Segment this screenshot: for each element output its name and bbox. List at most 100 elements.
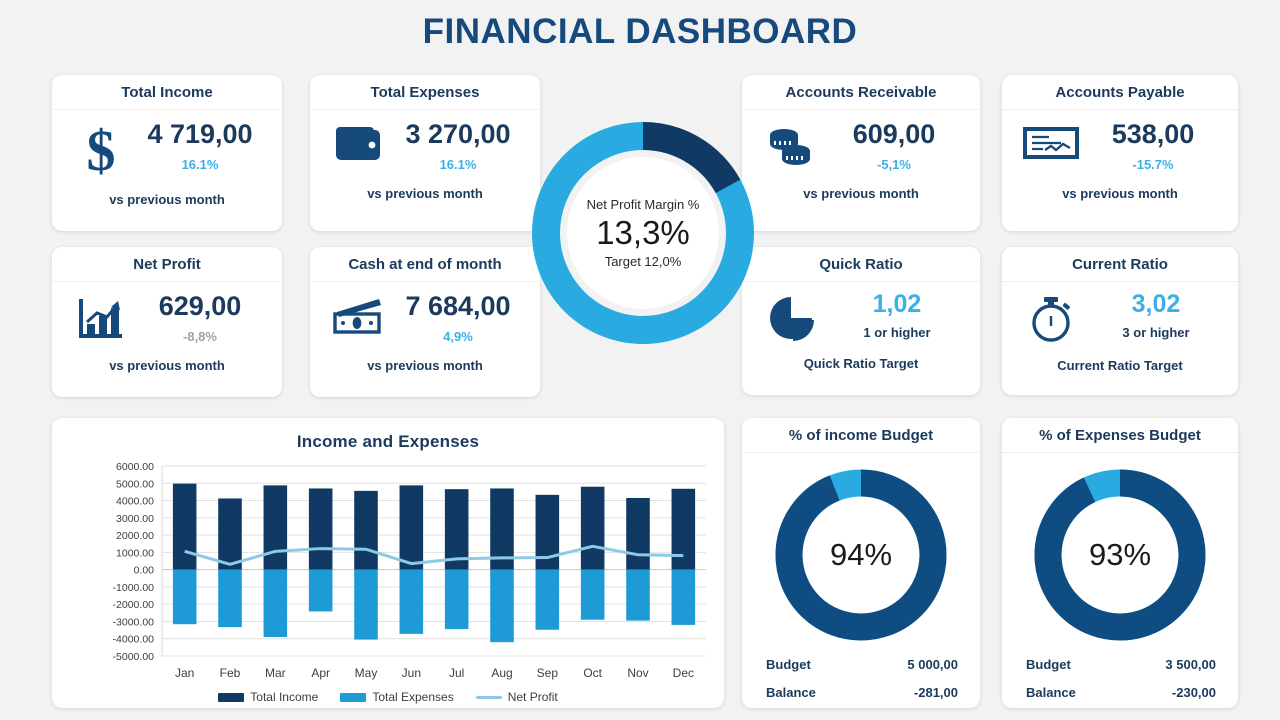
svg-text:0.00: 0.00 bbox=[134, 565, 155, 577]
kpi-delta: -8,8% bbox=[183, 328, 217, 344]
kpi-footer: vs previous month bbox=[109, 192, 225, 207]
kpi-card-cash-end-of-month[interactable]: Cash at end of month 7 684,00 4,9% vs pr… bbox=[310, 247, 540, 397]
npm-label: Net Profit Margin % bbox=[586, 197, 700, 213]
legend-swatch bbox=[218, 692, 245, 702]
chart-month-label: Oct bbox=[583, 666, 602, 680]
budget-row-label: Budget bbox=[1026, 657, 1071, 672]
ratio-value: 1,02 bbox=[872, 290, 922, 318]
budget-row: Balance -281,00 bbox=[766, 685, 958, 700]
chart-x-axis-labels: Jan Feb Mar Apr May Jun Jul Aug Sep Oct Nov Dec bbox=[52, 666, 724, 684]
budget-row: Budget 3 500,00 bbox=[1026, 657, 1216, 672]
budget-row-value: -230,00 bbox=[1171, 685, 1216, 700]
chart-month-label: Jun bbox=[401, 666, 422, 680]
ratio-value: 3,02 bbox=[1131, 290, 1181, 318]
kpi-delta: -5,1% bbox=[877, 156, 911, 172]
legend-item[interactable]: Total Expenses bbox=[340, 690, 454, 704]
ratio-footer: Current Ratio Target bbox=[1057, 358, 1183, 373]
bar-chart-up-icon bbox=[68, 292, 134, 340]
kpi-delta: -15.7% bbox=[1132, 156, 1174, 172]
kpi-title: Cash at end of month bbox=[310, 247, 540, 282]
chart-month-label: Feb bbox=[219, 666, 241, 680]
svg-text:1000.00: 1000.00 bbox=[116, 547, 154, 559]
kpi-title: Total Income bbox=[52, 75, 282, 110]
cheque-icon bbox=[1018, 120, 1084, 162]
kpi-title: Total Expenses bbox=[310, 75, 540, 110]
kpi-card-total-expenses[interactable]: Total Expenses 3 270,00 16.1% vs previou… bbox=[310, 75, 540, 231]
banknote-icon bbox=[326, 292, 392, 336]
legend-swatch bbox=[340, 692, 367, 702]
budget-card-income[interactable]: % of income Budget 94% Budget 5 000,00 B… bbox=[742, 418, 980, 708]
kpi-card-accounts-receivable[interactable]: Accounts Receivable 609,00 -5,1% vs prev… bbox=[742, 75, 980, 231]
ratio-subtext: 3 or higher bbox=[1122, 324, 1190, 340]
expenses-budget-percent: 93% bbox=[1062, 497, 1178, 613]
kpi-value: 3 270,00 bbox=[405, 119, 511, 149]
kpi-card-total-income[interactable]: Total Income $ 4 719,00 16.1% vs previou… bbox=[52, 75, 282, 231]
svg-text:2000.00: 2000.00 bbox=[116, 530, 154, 542]
budget-row-value: 5 000,00 bbox=[907, 657, 958, 672]
stopwatch-icon bbox=[1018, 290, 1084, 344]
svg-text:-3000.00: -3000.00 bbox=[113, 616, 155, 628]
svg-text:-1000.00: -1000.00 bbox=[113, 582, 155, 594]
legend-item[interactable]: Net Profit bbox=[475, 690, 558, 704]
ratio-card-quick-ratio[interactable]: Quick Ratio 1,02 1 or higher Quick Ratio… bbox=[742, 247, 980, 395]
income-budget-donut: 94% bbox=[775, 469, 947, 641]
budget-card-expenses[interactable]: % of Expenses Budget 93% Budget 3 500,00… bbox=[1002, 418, 1238, 708]
kpi-footer: vs previous month bbox=[367, 185, 483, 201]
dashboard-root: FINANCIAL DASHBOARD Total Income $ 4 719… bbox=[0, 0, 1280, 720]
kpi-title: Accounts Payable bbox=[1002, 75, 1238, 110]
npm-value: 13,3% bbox=[596, 214, 690, 252]
chart-month-label: Jul bbox=[448, 666, 465, 680]
kpi-delta: 4,9% bbox=[443, 328, 473, 344]
budget-row-value: 3 500,00 bbox=[1165, 657, 1216, 672]
kpi-value: 538,00 bbox=[1111, 119, 1195, 149]
ratio-subtext: 1 or higher bbox=[863, 324, 931, 340]
budget-row-label: Balance bbox=[766, 685, 816, 700]
income-expenses-plot: 6000.00 5000.00 4000.00 3000.00 2000.00 1000.… bbox=[113, 461, 706, 663]
kpi-card-accounts-payable[interactable]: Accounts Payable 538,00 -15.7% vs previo… bbox=[1002, 75, 1238, 231]
kpi-value: 609,00 bbox=[852, 119, 936, 149]
kpi-card-net-profit[interactable]: Net Profit 629,00 -8,8% vs previous mont… bbox=[52, 247, 282, 397]
chart-month-label: Sep bbox=[536, 666, 559, 680]
kpi-delta: 16.1% bbox=[181, 156, 219, 172]
chart-month-label: May bbox=[354, 666, 378, 680]
budget-row-label: Balance bbox=[1026, 685, 1076, 700]
chart-month-label: Nov bbox=[627, 666, 649, 680]
legend-label: Net Profit bbox=[507, 690, 558, 704]
kpi-delta: 16.1% bbox=[439, 156, 477, 172]
ratio-card-current-ratio[interactable]: Current Ratio 3,02 3 or higher Current R… bbox=[1002, 247, 1238, 395]
chart-title: Income and Expenses bbox=[296, 432, 480, 451]
income-budget-percent: 94% bbox=[803, 497, 919, 613]
kpi-title: Accounts Receivable bbox=[742, 75, 980, 110]
income-expenses-chart-card[interactable]: Income and Expenses 6000.00 5000.00 4000.0… bbox=[52, 418, 724, 708]
svg-text:3000.00: 3000.00 bbox=[116, 513, 154, 525]
coins-icon bbox=[758, 120, 824, 168]
legend-swatch bbox=[475, 695, 502, 699]
dollar-sign-icon: $ bbox=[68, 120, 134, 178]
kpi-footer: vs previous month bbox=[109, 357, 225, 373]
npm-target: Target 12,0% bbox=[604, 253, 682, 269]
kpi-footer: vs previous month bbox=[367, 357, 483, 373]
kpi-value: 629,00 bbox=[158, 291, 242, 321]
budget-row-value: -281,00 bbox=[913, 685, 958, 700]
legend-label: Total Expenses bbox=[372, 690, 454, 704]
kpi-footer: vs previous month bbox=[803, 185, 919, 201]
legend-item[interactable]: Total Income bbox=[218, 690, 318, 704]
kpi-title: Net Profit bbox=[52, 247, 282, 282]
pie-chart-icon bbox=[758, 290, 824, 342]
chart-month-label: Jan bbox=[174, 666, 195, 680]
budget-title: % of income Budget bbox=[742, 418, 980, 453]
net-profit-margin-center: Net Profit Margin % 13,3% Target 12,0% bbox=[567, 157, 719, 309]
page-title: FINANCIAL DASHBOARD bbox=[422, 12, 858, 51]
budget-row: Budget 5 000,00 bbox=[766, 657, 958, 672]
svg-text:$: $ bbox=[87, 124, 116, 178]
ratio-title: Current Ratio bbox=[1002, 247, 1238, 282]
chart-month-label: Apr bbox=[311, 666, 330, 680]
chart-month-label: Aug bbox=[491, 666, 513, 680]
ratio-title: Quick Ratio bbox=[742, 247, 980, 282]
net-profit-margin-donut[interactable]: Net Profit Margin % 13,3% Target 12,0% bbox=[521, 111, 765, 355]
wallet-icon bbox=[326, 120, 392, 164]
budget-title: % of Expenses Budget bbox=[1002, 418, 1238, 453]
expenses-budget-donut: 93% bbox=[1034, 469, 1206, 641]
svg-text:-5000.00: -5000.00 bbox=[113, 651, 155, 663]
budget-row: Balance -230,00 bbox=[1026, 685, 1216, 700]
